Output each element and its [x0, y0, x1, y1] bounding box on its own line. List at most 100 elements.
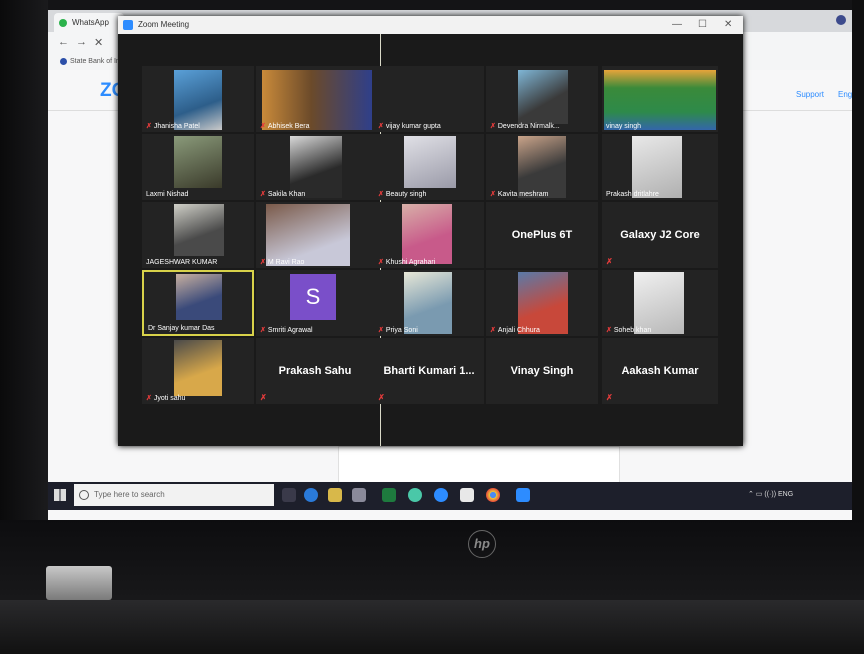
participant-tile[interactable]: ✗ M Ravi Rao: [256, 202, 374, 268]
participant-tile[interactable]: Bharti Kumari 1... ✗: [374, 338, 484, 404]
participant-tile[interactable]: ✗ Jyoti sahu: [142, 338, 254, 404]
laptop-screen: WhatsApp ← → ✕ State Bank of Ind ZO Supp…: [48, 10, 854, 522]
participant-tile[interactable]: Galaxy J2 Core ✗: [602, 202, 718, 268]
muted-mic-icon: ✗: [378, 123, 384, 130]
laptop-hinge: [0, 520, 864, 600]
participant-tile[interactable]: ✗ Beauty singh: [374, 134, 484, 200]
app-icon[interactable]: [408, 488, 422, 502]
participant-tile[interactable]: ✗ Anjali Chhura: [486, 270, 598, 336]
participant-video: [404, 136, 456, 188]
windows-taskbar: Type here to search ⌃ ▭ ((·)) ENG: [48, 482, 854, 510]
excel-icon[interactable]: [382, 488, 396, 502]
participant-video: [174, 204, 224, 256]
participant-tile[interactable]: ✗ Khushi Agrahari: [374, 202, 484, 268]
participant-tile[interactable]: ✗ Soheb khan: [602, 270, 718, 336]
participant-name: Dr Sanjay kumar Das: [148, 325, 215, 332]
bookmark-sbi[interactable]: State Bank of Ind: [70, 58, 124, 65]
forward-button[interactable]: →: [76, 36, 87, 48]
profile-icon[interactable]: [836, 15, 846, 25]
participant-name: OnePlus 6T: [511, 229, 573, 241]
language-indicator[interactable]: ENG: [778, 491, 793, 498]
participant-video: [266, 204, 350, 266]
participant-tile[interactable]: ✗ Devendra Nirmalk...: [486, 66, 598, 132]
participant-video: [518, 136, 566, 198]
back-button[interactable]: ←: [58, 36, 69, 48]
participant-tile[interactable]: ✗ Priya Soni: [374, 270, 484, 336]
taskbar-search-input[interactable]: Type here to search: [74, 484, 274, 506]
zoom-app-icon: [123, 20, 133, 30]
stop-button[interactable]: ✕: [94, 36, 103, 49]
minimize-button[interactable]: —: [672, 16, 682, 34]
zoom-taskbar-icon[interactable]: [516, 488, 530, 502]
participant-tile[interactable]: ✗ vijay kumar gupta: [374, 66, 484, 132]
participant-video: [634, 272, 684, 334]
participant-tile[interactable]: ✗ Sakila Khan: [256, 134, 374, 200]
participant-video: [604, 70, 716, 130]
muted-mic-icon: ✗: [378, 393, 385, 402]
browser-tab[interactable]: WhatsApp: [54, 13, 124, 32]
participant-tile[interactable]: Laxmi Nishad: [142, 134, 254, 200]
close-button[interactable]: ✕: [724, 16, 732, 34]
participant-tile[interactable]: Prakash Sahu ✗: [256, 338, 374, 404]
support-link[interactable]: Support: [796, 90, 824, 99]
participant-video: [404, 272, 452, 334]
participant-tile[interactable]: ✗ Jhanisha Patel: [142, 66, 254, 132]
participant-tile[interactable]: Vinay Singh: [486, 338, 598, 404]
participant-tile[interactable]: vinay singh: [602, 66, 718, 132]
task-view-icon[interactable]: [282, 488, 296, 502]
participant-name: Aakash Kumar: [621, 365, 699, 377]
window-title: Zoom Meeting: [138, 20, 190, 29]
participant-tile[interactable]: Aakash Kumar ✗: [602, 338, 718, 404]
participant-name: vinay singh: [606, 123, 642, 130]
participant-name: Prakash dritlahre: [606, 191, 659, 198]
system-tray[interactable]: ⌃ ▭ ((·)) ENG: [748, 490, 793, 498]
active-speaker-tile[interactable]: Dr Sanjay kumar Das: [142, 270, 254, 336]
muted-mic-icon: ✗: [146, 123, 152, 130]
participant-name: Kavita meshram: [497, 191, 549, 198]
participant-video: [632, 136, 682, 198]
muted-mic-icon: ✗: [146, 395, 152, 402]
mail-icon[interactable]: [460, 488, 474, 502]
participant-video: [290, 136, 342, 198]
bezel-right: [852, 0, 864, 520]
participant-video: [518, 272, 568, 334]
participant-name: Priya Soni: [385, 327, 418, 334]
whatsapp-icon: [59, 19, 67, 27]
edge-icon[interactable]: [304, 488, 318, 502]
participant-name: Anjali Chhura: [497, 327, 540, 334]
app-icon[interactable]: [434, 488, 448, 502]
muted-mic-icon: ✗: [490, 191, 496, 198]
participant-tile[interactable]: ✗ Abhisek Bera: [256, 66, 374, 132]
participant-tile[interactable]: JAGESHWAR KUMAR: [142, 202, 254, 268]
participant-name: Abhisek Bera: [267, 123, 310, 130]
participant-tile[interactable]: ✗ Kavita meshram: [486, 134, 598, 200]
tab-title: WhatsApp: [72, 18, 109, 27]
participant-name: Beauty singh: [385, 191, 427, 198]
participant-video: [174, 340, 222, 396]
muted-mic-icon: ✗: [378, 259, 384, 266]
participant-name: Galaxy J2 Core: [620, 229, 700, 241]
participant-video: [262, 70, 372, 130]
windows-start-icon[interactable]: [54, 489, 66, 501]
maximize-button[interactable]: ☐: [698, 16, 707, 34]
participant-name: Jhanisha Patel: [153, 123, 200, 130]
participant-video: [518, 70, 568, 124]
participant-name: Vinay Singh: [510, 365, 574, 377]
participant-tile[interactable]: S ✗ Smriti Agrawal: [256, 270, 374, 336]
participant-video: [176, 274, 222, 320]
laptop-base: [0, 600, 864, 654]
participant-name: JAGESHWAR KUMAR: [146, 259, 218, 266]
muted-mic-icon: ✗: [260, 327, 266, 334]
chrome-icon[interactable]: [486, 488, 500, 502]
participant-name: Jyoti sahu: [153, 395, 186, 402]
muted-mic-icon: ✗: [378, 327, 384, 334]
store-icon[interactable]: [352, 488, 366, 502]
participant-tile[interactable]: Prakash dritlahre: [602, 134, 718, 200]
participant-name: Bharti Kumari 1...: [383, 365, 475, 377]
participant-tile[interactable]: OnePlus 6T: [486, 202, 598, 268]
file-explorer-icon[interactable]: [328, 488, 342, 502]
search-icon: [79, 490, 89, 500]
participant-name: Khushi Agrahari: [385, 259, 436, 266]
muted-mic-icon: ✗: [606, 393, 613, 402]
participant-name: vijay kumar gupta: [385, 123, 441, 130]
